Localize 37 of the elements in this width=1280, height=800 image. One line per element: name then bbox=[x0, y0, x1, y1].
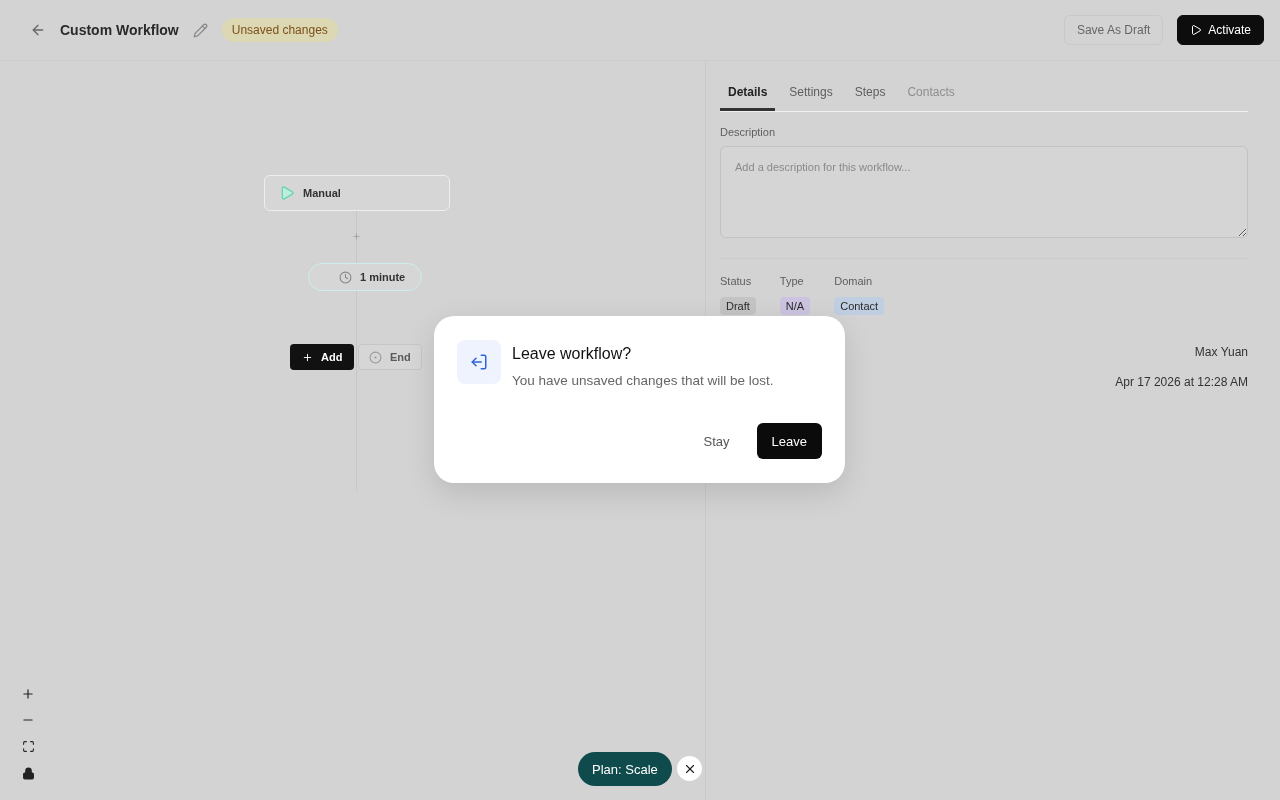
logout-icon bbox=[457, 340, 501, 384]
field-label: Domain bbox=[834, 275, 874, 287]
workflow-title: Custom Workflow bbox=[60, 22, 179, 38]
play-icon bbox=[279, 185, 295, 201]
detail-value: Apr 17 2026 at 12:28 AM bbox=[1115, 375, 1248, 389]
close-button[interactable] bbox=[677, 756, 702, 781]
detail-value: Max Yuan bbox=[1194, 345, 1248, 359]
field-label: Type bbox=[779, 275, 805, 287]
play-icon bbox=[1190, 24, 1203, 36]
clock-icon bbox=[339, 270, 352, 284]
panel-tab[interactable]: Steps bbox=[846, 75, 894, 111]
panel-tab[interactable]: Details bbox=[720, 75, 776, 111]
lock-icon bbox=[21, 766, 35, 780]
tag: Draft bbox=[720, 297, 756, 315]
field-label: Status bbox=[720, 275, 753, 287]
save-draft-button[interactable]: Save As Draft bbox=[1063, 15, 1164, 45]
plan-pill[interactable]: Plan: Scale bbox=[578, 752, 672, 786]
edit-icon[interactable] bbox=[192, 22, 208, 38]
field-label: Description bbox=[720, 126, 777, 138]
dialog-message: You have unsaved changes that will be lost. bbox=[512, 373, 774, 388]
plus-icon bbox=[21, 687, 35, 701]
back-icon[interactable] bbox=[30, 22, 46, 38]
tag: N/A bbox=[779, 297, 811, 315]
stay-button[interactable]: Stay bbox=[688, 423, 745, 459]
plus-icon bbox=[302, 351, 313, 363]
status-badge: Unsaved changes bbox=[221, 18, 338, 42]
delay-node[interactable]: 1 minute bbox=[308, 263, 423, 291]
trigger-node[interactable]: Manual bbox=[264, 175, 450, 211]
panel-tab[interactable]: Settings bbox=[781, 75, 841, 111]
dialog-title: Leave workflow? bbox=[512, 345, 633, 363]
expand-icon bbox=[21, 739, 35, 753]
leave-button[interactable]: Leave bbox=[756, 423, 822, 459]
add-button[interactable]: Add bbox=[290, 344, 355, 370]
activate-button[interactable]: Activate bbox=[1177, 15, 1264, 45]
description-field[interactable]: Add a description for this workflow... bbox=[720, 146, 1248, 238]
tag: Contact bbox=[834, 297, 885, 315]
end-node[interactable]: End bbox=[358, 344, 422, 370]
